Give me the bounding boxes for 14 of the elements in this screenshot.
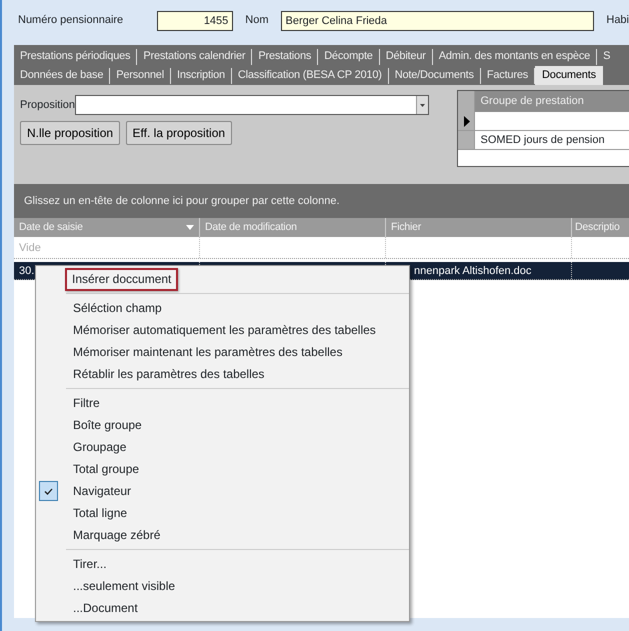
table-cell-text: nnenpark Altishofen.doc [414,264,532,278]
group-panel-hint: Glissez un en-tête de colonne ici pour grouper par cette colonne. [14,184,629,218]
field-label: Proposition [20,98,76,113]
placeholder-text: Vide [19,240,41,256]
column-label: Date de saisie [19,220,83,235]
column-label: Date de modification [205,220,297,235]
column-label: Fichier [391,220,422,235]
table-cell-text: 30. [19,264,34,278]
field-label: Numéro pensionnaire [18,13,124,28]
field-label: Habi [606,13,629,28]
table-cell-text: SOMED jours de pension [480,133,605,148]
column-label: Descriptio [575,220,620,235]
field-label: Nom [245,13,269,28]
column-header: Groupe de prestation [480,94,584,109]
